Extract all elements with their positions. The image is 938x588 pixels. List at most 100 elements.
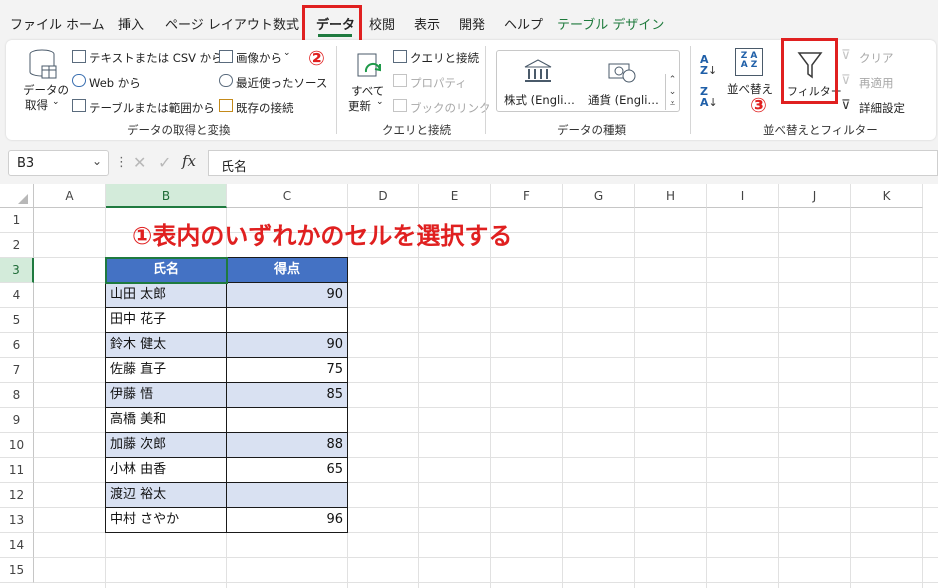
text-csv-button[interactable]: テキストまたは CSV から — [89, 50, 223, 66]
table-cell-name[interactable]: 中村 さやか — [105, 507, 227, 533]
table-cell-score[interactable]: 90 — [226, 332, 348, 358]
more-options-icon[interactable]: ⋮ — [115, 155, 128, 170]
row-header-5[interactable]: 5 — [0, 308, 34, 333]
tab-insert[interactable]: 挿入 — [118, 14, 144, 33]
select-all-corner[interactable] — [0, 184, 34, 208]
reapply-button[interactable]: 再適用 — [859, 75, 894, 91]
table-cell-name[interactable]: 佐藤 直子 — [105, 357, 227, 383]
properties-button[interactable]: プロパティ — [410, 75, 467, 91]
table-cell-score[interactable]: 85 — [226, 382, 348, 408]
column-header-d[interactable]: D — [348, 184, 419, 208]
tab-developer[interactable]: 開発 — [459, 14, 485, 33]
formula-bar[interactable]: 氏名 — [208, 150, 938, 176]
column-header-g[interactable]: G — [563, 184, 635, 208]
table-cell-name[interactable]: 田中 花子 — [105, 307, 227, 333]
row-gridline — [34, 582, 938, 583]
refresh-all-label-2[interactable]: 更新 — [348, 98, 371, 114]
clear-filter-icon: ⊽ — [841, 48, 851, 63]
group-label-sort-filter: 並べ替えとフィルター — [763, 123, 878, 137]
sort-descending-icon[interactable]: Z A↓ — [700, 86, 718, 108]
from-image-button[interactable]: 画像から — [236, 50, 282, 66]
tab-page-layout[interactable]: ページ レイアウト — [165, 14, 273, 33]
tab-file[interactable]: ファイル — [10, 14, 62, 33]
cancel-entry-icon[interactable]: ✕ — [133, 153, 146, 172]
row-header-12[interactable]: 12 — [0, 483, 34, 508]
gallery-scroll-buttons[interactable]: ⌃ ⌄ ⩡ — [665, 74, 679, 110]
row-header-15[interactable]: 15 — [0, 558, 34, 583]
table-cell-score[interactable]: 75 — [226, 357, 348, 383]
recent-sources-button[interactable]: 最近使ったソース — [236, 75, 327, 91]
table-icon — [72, 99, 86, 112]
group-separator — [485, 46, 486, 134]
chevron-down-icon: ⌄ — [283, 48, 291, 58]
advanced-button[interactable]: 詳細設定 — [859, 100, 905, 116]
clear-button[interactable]: クリア — [859, 50, 894, 66]
tab-table-design[interactable]: テーブル デザイン — [557, 14, 664, 33]
book-links-button[interactable]: ブックのリンク — [410, 100, 491, 116]
column-header-j[interactable]: J — [779, 184, 851, 208]
table-cell-score[interactable]: 88 — [226, 432, 348, 458]
column-header-h[interactable]: H — [635, 184, 707, 208]
row-header-13[interactable]: 13 — [0, 508, 34, 533]
column-gridline — [562, 208, 563, 588]
from-table-button[interactable]: テーブルまたは範囲から — [89, 100, 215, 116]
table-cell-name[interactable]: 山田 太郎 — [105, 282, 227, 308]
chevron-down-icon: ⌄ — [376, 97, 384, 107]
chevron-down-icon[interactable]: ⌄ — [92, 154, 102, 168]
table-cell-name[interactable]: 鈴木 健太 — [105, 332, 227, 358]
column-header-f[interactable]: F — [491, 184, 563, 208]
tab-view[interactable]: 表示 — [414, 14, 440, 33]
column-header-b[interactable]: B — [106, 184, 227, 208]
table-cell-score[interactable]: 90 — [226, 282, 348, 308]
table-cell-score[interactable]: 96 — [226, 507, 348, 533]
table-cell-score[interactable]: 65 — [226, 457, 348, 483]
insert-function-icon[interactable]: fx — [182, 152, 196, 170]
tab-review[interactable]: 校閲 — [369, 14, 395, 33]
column-header-k[interactable]: K — [851, 184, 923, 208]
column-gridline — [418, 208, 419, 588]
table-cell-score[interactable] — [226, 407, 348, 433]
row-header-3[interactable]: 3 — [0, 258, 34, 283]
row-header-6[interactable]: 6 — [0, 333, 34, 358]
column-header-e[interactable]: E — [419, 184, 491, 208]
table-cell-name[interactable]: 渡辺 裕太 — [105, 482, 227, 508]
get-data-label-1[interactable]: データの — [23, 82, 69, 98]
name-box[interactable]: B3 ⌄ — [8, 150, 109, 176]
confirm-entry-icon[interactable]: ✓ — [158, 153, 171, 172]
row-header-11[interactable]: 11 — [0, 458, 34, 483]
row-header-8[interactable]: 8 — [0, 383, 34, 408]
column-gridline — [706, 208, 707, 588]
row-header-14[interactable]: 14 — [0, 533, 34, 558]
existing-connections-icon — [219, 99, 233, 112]
tab-formulas[interactable]: 数式 — [273, 14, 299, 33]
table-cell-score[interactable] — [226, 482, 348, 508]
column-header-i[interactable]: I — [707, 184, 779, 208]
row-header-9[interactable]: 9 — [0, 408, 34, 433]
group-separator — [690, 46, 691, 134]
currency-icon — [607, 58, 637, 87]
get-data-label-2[interactable]: 取得 — [25, 97, 48, 113]
stocks-type[interactable]: 株式 (Engli… — [504, 92, 575, 108]
currency-type[interactable]: 通貨 (Engli… — [588, 92, 659, 108]
highlight-data-tab — [302, 5, 362, 43]
table-cell-name[interactable]: 小林 由香 — [105, 457, 227, 483]
column-header-c[interactable]: C — [227, 184, 348, 208]
row-header-4[interactable]: 4 — [0, 283, 34, 308]
row-header-1[interactable]: 1 — [0, 208, 34, 233]
tab-home[interactable]: ホーム — [66, 14, 105, 33]
column-gridline — [634, 208, 635, 588]
table-cell-name[interactable]: 伊藤 悟 — [105, 382, 227, 408]
row-header-2[interactable]: 2 — [0, 233, 34, 258]
table-cell-name[interactable]: 加藤 次郎 — [105, 432, 227, 458]
table-header-score[interactable]: 得点 — [226, 257, 348, 283]
row-header-10[interactable]: 10 — [0, 433, 34, 458]
from-web-button[interactable]: Web から — [89, 75, 141, 91]
existing-connections-button[interactable]: 既存の接続 — [236, 100, 294, 116]
tab-help[interactable]: ヘルプ — [504, 14, 543, 33]
table-cell-name[interactable]: 高橋 美和 — [105, 407, 227, 433]
table-cell-score[interactable] — [226, 307, 348, 333]
column-header-a[interactable]: A — [34, 184, 106, 208]
row-header-7[interactable]: 7 — [0, 358, 34, 383]
queries-connections-button[interactable]: クエリと接続 — [410, 50, 479, 66]
sort-ascending-icon[interactable]: A Z↓ — [700, 54, 717, 76]
